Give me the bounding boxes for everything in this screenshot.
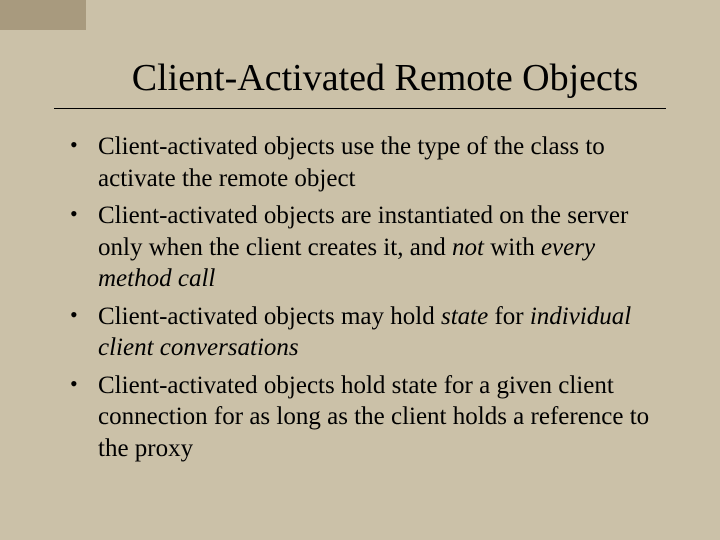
bullet-list: Client-activated objects use the type of…: [54, 131, 666, 464]
text: Client-activated objects hold state for …: [98, 372, 649, 462]
text: Client-activated objects use the type of…: [98, 133, 605, 192]
text: Client-activated objects may hold: [98, 303, 441, 330]
title-rule: [54, 108, 666, 109]
slide: Client-Activated Remote Objects Client-a…: [0, 0, 720, 540]
italic-text: not: [452, 234, 484, 261]
slide-title: Client-Activated Remote Objects: [54, 56, 666, 100]
text: for: [488, 303, 530, 330]
text: with: [484, 234, 541, 261]
list-item: Client-activated objects use the type of…: [64, 131, 658, 194]
list-item: Client-activated objects hold state for …: [64, 370, 658, 465]
list-item: Client-activated objects may hold state …: [64, 301, 658, 364]
list-item: Client-activated objects are instantiate…: [64, 200, 658, 295]
italic-text: state: [441, 303, 488, 330]
